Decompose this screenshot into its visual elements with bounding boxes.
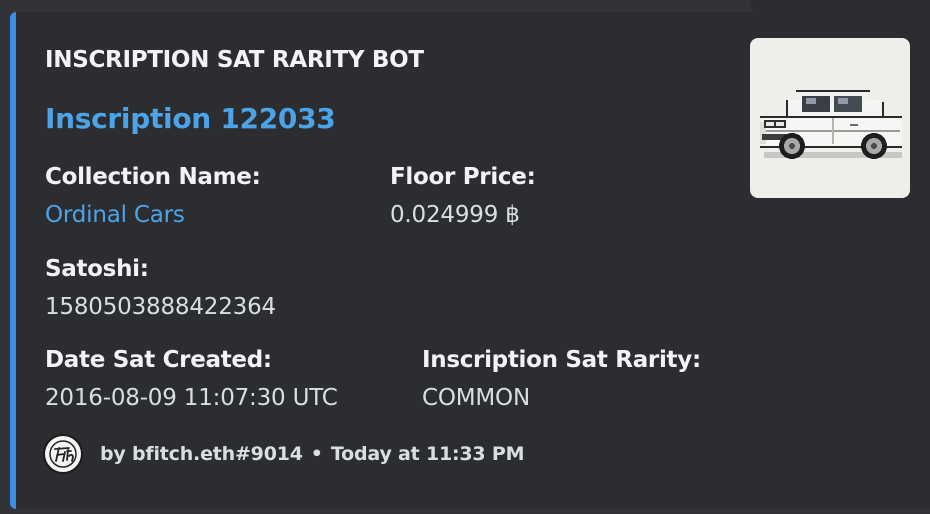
- footer-author: by bfitch.eth#9014: [100, 443, 303, 465]
- field-label: Collection Name:: [45, 164, 261, 190]
- embed-title-link[interactable]: Inscription 122033: [45, 102, 336, 135]
- top-bar-tab: [750, 0, 930, 12]
- field-value: 1580503888422364: [45, 294, 276, 320]
- embed-accent-bar: [10, 12, 16, 509]
- footer-timestamp: Today at 11:33 PM: [330, 443, 525, 465]
- field-value: 2016-08-09 11:07:30 UTC: [45, 385, 338, 411]
- car-pixel-art-icon: [760, 90, 902, 159]
- field-label: Satoshi:: [45, 256, 149, 282]
- field-value: COMMON: [422, 385, 530, 411]
- field-value: 0.024999 ฿: [390, 202, 520, 228]
- field-collection-name: Collection Name: Ordinal Cars: [45, 162, 261, 230]
- embed-thumbnail[interactable]: [750, 38, 910, 198]
- embed-card: INSCRIPTION SAT RARITY BOT Inscription 1…: [10, 12, 930, 509]
- embed-footer: by bfitch.eth#9014 • Today at 11:33 PM: [43, 434, 525, 474]
- collection-link[interactable]: Ordinal Cars: [45, 200, 260, 230]
- fitch-logo-icon: [43, 434, 83, 474]
- field-sat-rarity: Inscription Sat Rarity: COMMON: [422, 345, 701, 413]
- top-bar: [0, 0, 930, 12]
- field-date-created: Date Sat Created: 2016-08-09 11:07:30 UT…: [45, 345, 338, 413]
- field-floor-price: Floor Price: 0.024999 ฿: [390, 162, 536, 230]
- field-satoshi: Satoshi: 1580503888422364: [45, 254, 276, 322]
- field-label: Inscription Sat Rarity:: [422, 347, 701, 373]
- field-label: Floor Price:: [390, 164, 536, 190]
- field-label: Date Sat Created:: [45, 347, 272, 373]
- embed-author: INSCRIPTION SAT RARITY BOT: [45, 47, 424, 73]
- footer-separator: •: [310, 443, 323, 465]
